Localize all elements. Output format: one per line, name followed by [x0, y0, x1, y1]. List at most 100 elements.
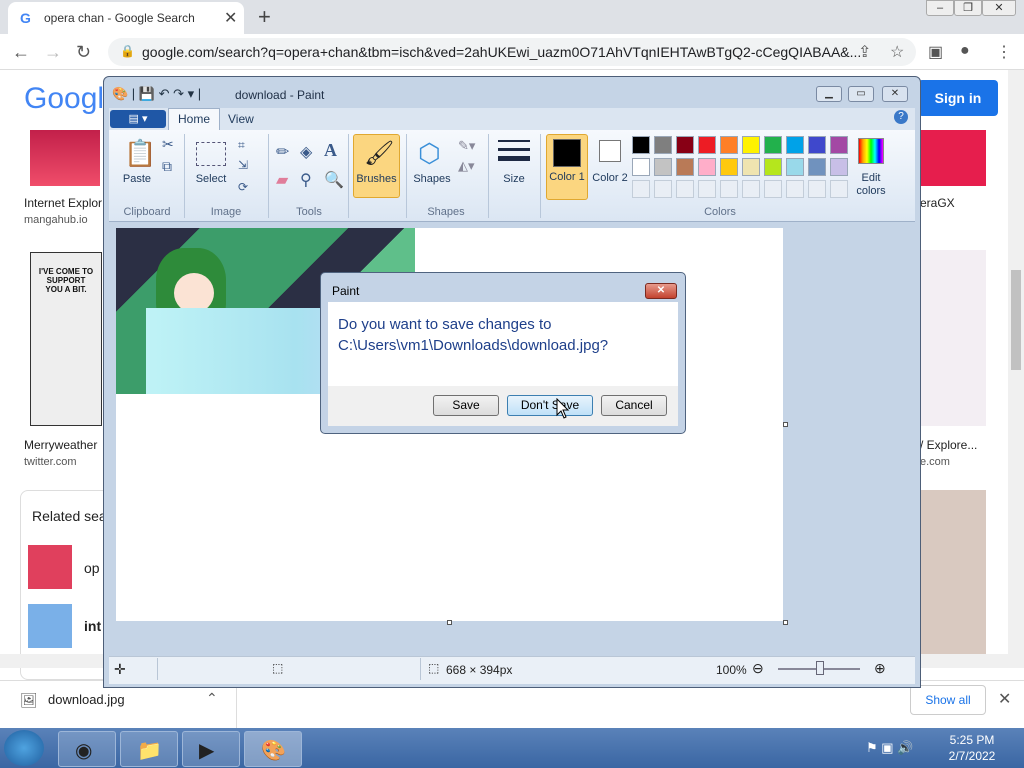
cut-icon[interactable]: ✂ [162, 136, 174, 153]
paste-button[interactable]: Paste [120, 173, 154, 185]
rotate-icon[interactable]: ⟳ [238, 180, 248, 194]
palette-swatch[interactable] [698, 158, 716, 176]
taskbar-paint[interactable]: 🎨 [244, 731, 302, 767]
zoom-slider-thumb[interactable] [816, 661, 824, 675]
result-title[interactable]: eraGX [920, 196, 955, 210]
zoom-in-icon[interactable]: ⊕ [874, 660, 886, 677]
shapes-icon[interactable]: ⬡ [418, 138, 441, 169]
custom-color-slot[interactable] [808, 180, 826, 198]
palette-swatch[interactable] [808, 136, 826, 154]
google-logo[interactable]: Googl [24, 82, 104, 116]
vertical-scroll-thumb[interactable] [1011, 270, 1021, 370]
palette-swatch[interactable] [808, 158, 826, 176]
fill-shape-icon[interactable]: ◭▾ [458, 158, 475, 174]
back-icon[interactable]: ← [12, 42, 30, 63]
system-tray[interactable]: ⚑ ▣ 🔊 [866, 740, 913, 756]
save-button[interactable]: Save [433, 395, 499, 416]
zoom-out-icon[interactable]: ⊖ [752, 660, 764, 677]
shapes-button[interactable]: Shapes [410, 173, 454, 185]
color2-button[interactable]: Color 2 [592, 172, 628, 185]
palette-swatch[interactable] [742, 136, 760, 154]
resize-handle[interactable] [783, 422, 788, 427]
resize-handle[interactable] [447, 620, 452, 625]
taskbar-media-player[interactable]: ▶ [182, 731, 240, 767]
result-image[interactable] [920, 130, 986, 186]
cancel-button[interactable]: Cancel [601, 395, 667, 416]
menu-icon[interactable]: ⋮ [996, 42, 1012, 62]
custom-color-slot[interactable] [742, 180, 760, 198]
download-filename[interactable]: download.jpg [48, 692, 125, 707]
custom-color-slot[interactable] [676, 180, 694, 198]
size-icon[interactable] [498, 140, 530, 164]
tab-view[interactable]: View [228, 112, 254, 126]
select-icon[interactable] [196, 142, 226, 166]
address-bar[interactable]: 🔒 google.com/search?q=opera+chan&tbm=isc… [108, 38, 916, 66]
color-picker-icon[interactable]: ⚲ [300, 170, 312, 190]
related-item[interactable]: int [84, 618, 101, 634]
browser-minimize-button[interactable]: – [926, 0, 954, 16]
browser-tab[interactable]: G opera chan - Google Search ✕ [8, 2, 244, 34]
custom-color-slot[interactable] [698, 180, 716, 198]
palette-swatch[interactable] [764, 158, 782, 176]
browser-close-button[interactable]: ✕ [982, 0, 1016, 16]
reload-icon[interactable]: ↻ [76, 42, 91, 63]
related-item[interactable]: op [84, 560, 100, 576]
select-button[interactable]: Select [192, 173, 230, 185]
eraser-icon[interactable]: ▰ [276, 170, 288, 190]
browser-restore-button[interactable]: ❐ [954, 0, 982, 16]
palette-swatch[interactable] [654, 158, 672, 176]
help-icon[interactable]: ? [894, 110, 908, 124]
custom-color-slot[interactable] [654, 180, 672, 198]
pencil-icon[interactable]: ✏ [276, 142, 289, 162]
taskbar-explorer[interactable]: 📁 [120, 731, 178, 767]
tab-close-icon[interactable]: ✕ [224, 8, 237, 28]
quick-access-toolbar[interactable]: 🎨 | 💾 ↶ ↷ ▾ | [112, 86, 201, 102]
result-title[interactable]: Merryweather [24, 438, 97, 452]
edit-colors-button[interactable]: Edit colors [850, 172, 892, 198]
share-icon[interactable]: ⇪ [858, 42, 871, 62]
palette-swatch[interactable] [830, 158, 848, 176]
result-image[interactable]: I'VE COME TO SUPPORT YOU A BIT. [30, 252, 102, 426]
palette-swatch[interactable] [632, 158, 650, 176]
magnifier-icon[interactable]: 🔍 [324, 170, 344, 190]
sign-in-button[interactable]: Sign in [918, 80, 998, 116]
new-tab-icon[interactable]: + [258, 4, 271, 30]
resize-handle[interactable] [783, 620, 788, 625]
fill-icon[interactable]: ◈ [300, 142, 312, 162]
show-all-button[interactable]: Show all [910, 685, 986, 715]
outline-icon[interactable]: ✎▾ [458, 138, 475, 154]
palette-swatch[interactable] [632, 136, 650, 154]
result-image[interactable] [920, 250, 986, 426]
brushes-button[interactable]: 🖌 Brushes [353, 134, 400, 198]
profile-icon[interactable]: ● [960, 42, 970, 60]
taskbar-clock[interactable]: 5:25 PM 2/7/2022 [932, 732, 1012, 764]
tab-home[interactable]: Home [168, 108, 220, 130]
resize-icon[interactable]: ⇲ [238, 158, 248, 172]
result-title[interactable]: Internet Explor [24, 196, 102, 210]
custom-color-slot[interactable] [632, 180, 650, 198]
palette-swatch[interactable] [654, 136, 672, 154]
taskbar-chrome[interactable]: ◉ [58, 731, 116, 767]
palette-swatch[interactable] [676, 136, 694, 154]
paint-minimize-button[interactable]: ▁ [816, 86, 842, 102]
crop-icon[interactable]: ⌗ [238, 138, 245, 153]
paint-close-button[interactable]: ✕ [882, 86, 908, 102]
edit-colors-icon[interactable] [858, 138, 884, 164]
result-image[interactable] [30, 130, 100, 186]
related-thumb[interactable] [28, 604, 72, 648]
palette-swatch[interactable] [764, 136, 782, 154]
dialog-close-button[interactable]: ✕ [645, 283, 677, 299]
palette-swatch[interactable] [786, 158, 804, 176]
custom-color-slot[interactable] [764, 180, 782, 198]
size-button[interactable]: Size [498, 173, 530, 185]
result-image[interactable] [920, 490, 986, 654]
paint-maximize-button[interactable]: ▭ [848, 86, 874, 102]
custom-color-slot[interactable] [830, 180, 848, 198]
paste-icon[interactable]: 📋 [124, 138, 156, 169]
palette-swatch[interactable] [830, 136, 848, 154]
paint-file-menu-button[interactable]: ▤ ▾ [110, 110, 166, 128]
result-title[interactable]: / Explore... [920, 438, 977, 452]
palette-swatch[interactable] [786, 136, 804, 154]
bookmark-star-icon[interactable]: ☆ [890, 42, 904, 62]
color1-button[interactable]: Color 1 [546, 134, 588, 200]
